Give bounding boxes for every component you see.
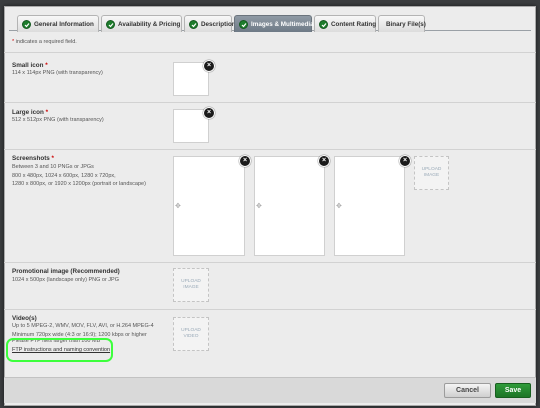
promo-image-desc: 1024 x 500px (landscape only) PNG or JPG [12,277,120,283]
upload-screenshot-button[interactable]: UPLOAD IMAGE [414,156,449,190]
tab-label: Binary File(s) [386,21,426,28]
small-icon-desc: 114 x 114px PNG (with transparency) [12,70,103,76]
large-icon-label: Large icon * [12,109,48,116]
footer-bar: Cancel Save [4,377,536,403]
required-note: * indicates a required field. [12,39,77,45]
close-icon[interactable]: × [203,107,215,119]
section-divider [4,102,536,103]
large-icon-label-text: Large icon [12,109,44,116]
screenshots-label-text: Screenshots [12,155,50,162]
required-note-text: indicates a required field. [15,39,77,45]
tab-general-information[interactable]: General Information [17,15,99,32]
close-icon[interactable]: × [318,155,330,167]
screenshots-desc-line: Between 3 and 10 PNGs or JPGs [12,164,94,170]
tab-images-multimedia[interactable]: Images & Multimedia [234,15,314,32]
move-icon[interactable]: ✥ [175,202,181,210]
screenshots-label: Screenshots * [12,155,54,162]
screenshots-desc: Between 3 and 10 PNGs or JPGs 800 x 480p… [12,163,146,189]
screenshot-thumbnail[interactable]: ✥ [334,156,405,256]
tab-label: Availability & Pricing [118,21,181,28]
videos-desc-line: Up to 5 MPEG-2, WMV, MOV, FLV, AVI, or H… [12,323,154,329]
tab-label: Content Rating [331,21,377,28]
screenshot-thumbnail[interactable]: ✥ [173,156,245,256]
section-divider [4,149,536,150]
close-icon[interactable]: × [203,60,215,72]
check-icon [189,20,198,29]
check-icon [319,20,328,29]
videos-label: Video(s) [12,315,37,322]
tab-availability-pricing[interactable]: Availability & Pricing [101,15,182,32]
close-icon[interactable]: × [239,155,251,167]
tab-label: General Information [34,21,94,28]
section-divider [4,309,536,310]
small-icon-label: Small icon * [12,62,48,69]
promo-image-label: Promotional image (Recommended) [12,268,120,275]
required-star: * [51,155,54,162]
tab-binary-files[interactable]: Binary File(s) [378,15,426,32]
small-icon-label-text: Small icon [12,62,44,69]
cancel-button[interactable]: Cancel [444,383,491,398]
check-icon [239,20,248,29]
section-divider [4,262,536,263]
close-icon[interactable]: × [399,155,411,167]
tab-label: Description [201,21,236,28]
check-icon [106,20,115,29]
upload-video-button[interactable]: UPLOAD VIDEO [173,317,209,351]
check-icon [22,20,31,29]
tab-label: Images & Multimedia [251,21,314,28]
required-star: * [45,109,49,116]
upload-promo-image-button[interactable]: UPLOAD IMAGE [173,268,209,302]
move-icon[interactable]: ✥ [256,202,262,210]
required-star: * [45,62,48,69]
tab-content-rating[interactable]: Content Rating [314,15,376,32]
screenshot-thumbnail[interactable]: ✥ [254,156,325,256]
large-icon-desc: 512 x 512px PNG (with transparency) [12,117,104,123]
move-icon[interactable]: ✥ [336,202,342,210]
section-divider [4,52,536,53]
tab-bar: General Information Availability & Prici… [9,12,531,32]
screenshots-desc-line: 800 x 480px, 1024 x 600px, 1280 x 720px, [12,172,116,179]
highlight-annotation [6,338,113,362]
screenshots-desc-line: 1280 x 800px, or 1920 x 1200px (portrait… [12,181,146,187]
required-star: * [12,39,15,45]
save-button[interactable]: Save [495,383,531,398]
tab-description[interactable]: Description [184,15,236,32]
